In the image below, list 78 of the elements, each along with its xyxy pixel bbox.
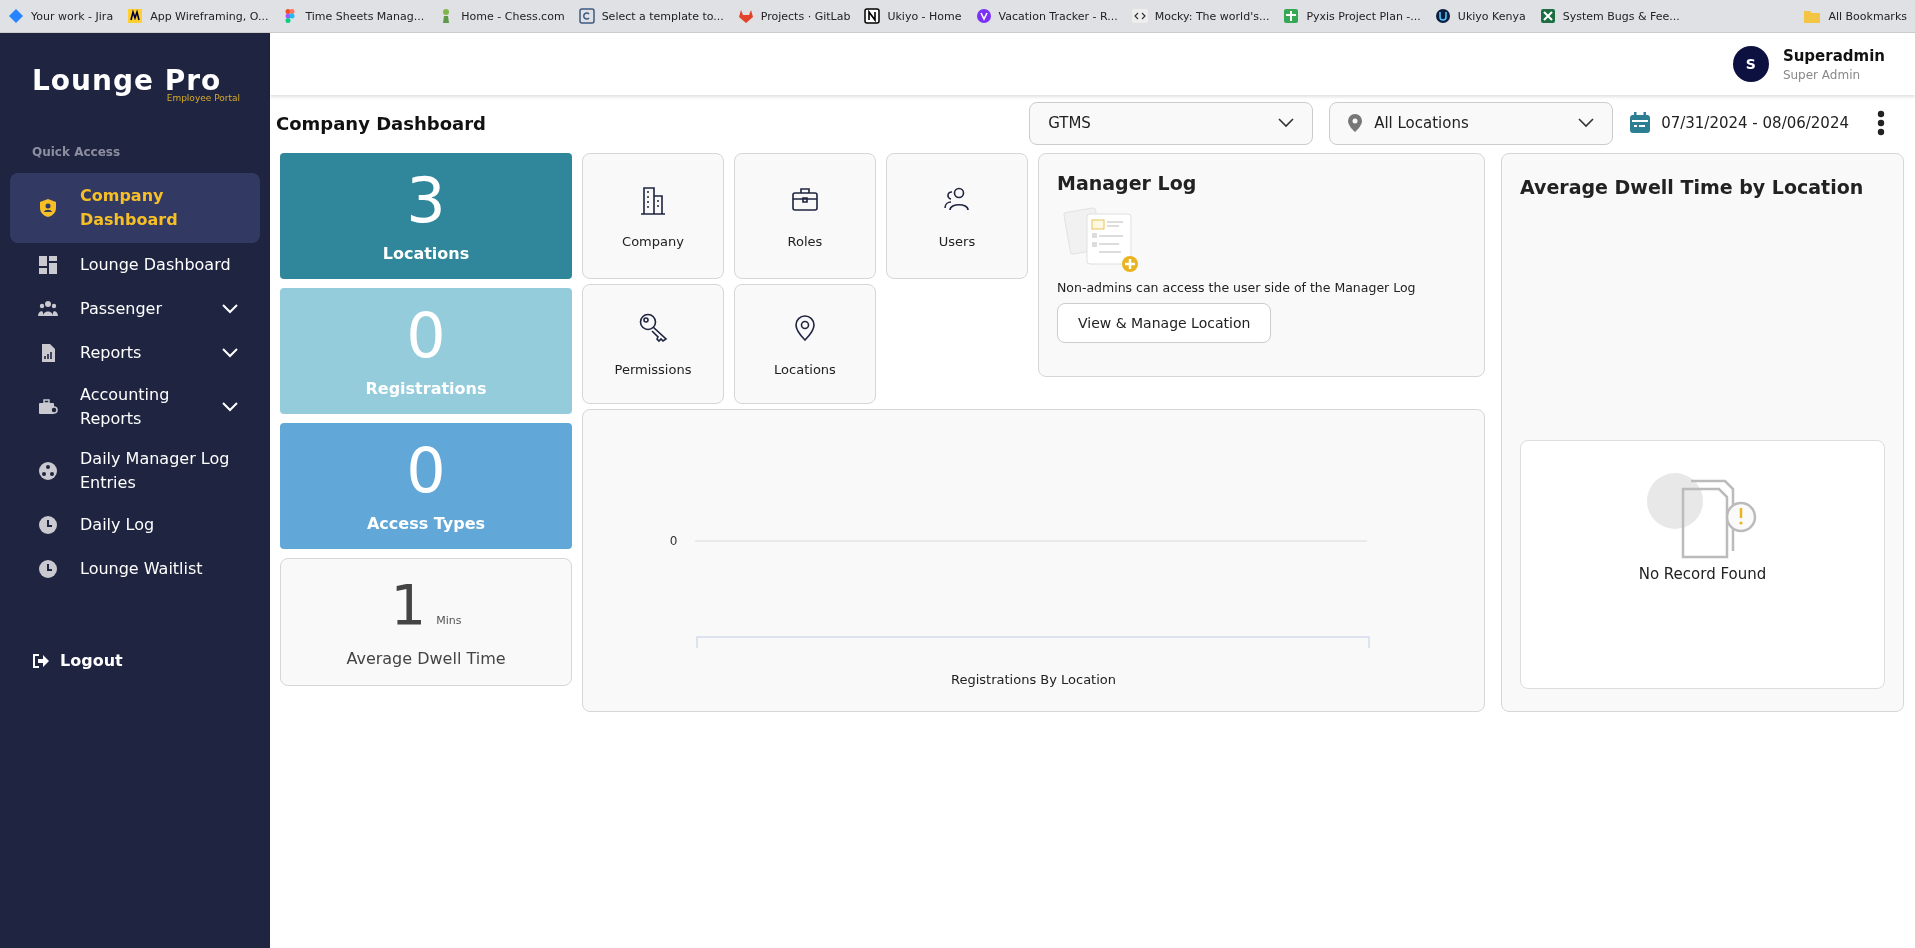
axis-tick-label: 0 bbox=[669, 534, 678, 548]
card-title: Manager Log bbox=[1057, 172, 1197, 194]
stat-label: Registrations bbox=[365, 378, 487, 398]
shortcut-tile[interactable]: Locations bbox=[734, 284, 876, 404]
briefcase-icon bbox=[38, 397, 58, 417]
logout-link[interactable]: Logout bbox=[32, 651, 123, 670]
company-dropdown[interactable]: GTMS bbox=[1029, 101, 1314, 145]
location-dropdown[interactable]: All Locations bbox=[1329, 101, 1614, 145]
kebab-icon bbox=[1877, 110, 1885, 136]
circle-icon bbox=[1434, 8, 1451, 24]
card-title: Average Dwell Time by Location bbox=[1520, 176, 1865, 198]
chevron-down-icon bbox=[1578, 118, 1595, 128]
sidebar-item[interactable]: Accounting Reports bbox=[10, 375, 260, 439]
grid-icon bbox=[38, 255, 58, 275]
bookmark-link[interactable]: App Wireframing, O... bbox=[127, 8, 269, 24]
sidebar-item[interactable]: Daily Manager Log Entries bbox=[10, 439, 260, 503]
bookmark-link[interactable]: Home - Chess.com bbox=[438, 8, 565, 24]
axis-title: Registrations By Location bbox=[951, 672, 1116, 687]
bookmark-link[interactable]: System Bugs & Fee... bbox=[1539, 8, 1680, 24]
key-icon bbox=[638, 311, 668, 344]
stat-value: 1 bbox=[390, 576, 427, 633]
bookmark-link[interactable]: Pyxis Project Plan -... bbox=[1283, 8, 1421, 24]
circle-icon bbox=[975, 8, 992, 24]
fox-icon bbox=[737, 8, 754, 24]
stat-value: 0 bbox=[406, 439, 446, 502]
square-icon bbox=[864, 8, 881, 24]
location-pin-icon bbox=[1348, 114, 1363, 132]
user-name: Superadmin bbox=[1782, 46, 1885, 65]
shield-icon bbox=[38, 198, 58, 218]
bookmark-link[interactable]: Mocky: The world's... bbox=[1131, 8, 1270, 24]
bookmark-link[interactable]: Time Sheets Manag... bbox=[282, 8, 425, 24]
shortcut-tile[interactable]: Roles bbox=[734, 153, 876, 279]
diamond-icon bbox=[8, 8, 24, 24]
people-icon bbox=[38, 299, 58, 319]
all-bookmarks-link[interactable]: All Bookmarks bbox=[1803, 8, 1907, 24]
circle-dots-icon bbox=[38, 461, 58, 481]
shortcut-tile[interactable]: Permissions bbox=[582, 284, 724, 404]
clock-icon bbox=[38, 559, 58, 579]
sidebar-item[interactable]: Lounge Dashboard bbox=[10, 243, 260, 287]
clock-icon bbox=[38, 515, 58, 535]
description-text: Non-admins can access the user side of the Manager Log bbox=[1057, 280, 1416, 295]
user-role: Super Admin bbox=[1782, 67, 1862, 82]
sheet-icon bbox=[1283, 8, 1300, 24]
sidebar-item[interactable]: Reports bbox=[10, 331, 260, 375]
chevron-down-icon bbox=[1278, 118, 1295, 128]
bookmark-link[interactable]: Your work - Jira bbox=[8, 8, 114, 24]
stat-value: 0 bbox=[406, 304, 446, 367]
view-manage-location-button[interactable]: View & Manage Location bbox=[1057, 303, 1272, 343]
bookmark-link[interactable]: Ukiyo - Home bbox=[864, 8, 962, 24]
calendar-icon bbox=[1629, 112, 1652, 134]
sheet-icon bbox=[1539, 8, 1556, 24]
page-title: Company Dashboard bbox=[276, 112, 487, 134]
bookmark-link[interactable]: Ukiyo Kenya bbox=[1434, 8, 1526, 24]
sidebar-item[interactable]: Company Dashboard bbox=[10, 173, 260, 243]
shortcut-tile[interactable]: Company bbox=[582, 153, 724, 279]
stat-label: Access Types bbox=[366, 513, 486, 533]
letter-icon bbox=[578, 8, 595, 24]
logo-subtitle: Employee Portal bbox=[166, 93, 240, 103]
date-range-picker[interactable]: 07/31/2024 - 08/06/2024 bbox=[1629, 112, 1849, 134]
shortcut-tile[interactable]: Users bbox=[886, 153, 1028, 279]
sidebar-item[interactable]: Passenger bbox=[10, 287, 260, 331]
bookmark-link[interactable]: Vacation Tracker - R... bbox=[975, 8, 1118, 24]
empty-message: No Record Found bbox=[1638, 565, 1767, 583]
logout-icon bbox=[32, 652, 50, 669]
bookmark-link[interactable]: Select a template to... bbox=[578, 8, 724, 24]
logo-text: Lounge Pro bbox=[32, 67, 222, 95]
section-label: Quick Access bbox=[32, 145, 122, 159]
avatar: S bbox=[1732, 46, 1769, 82]
stat-value: 3 bbox=[406, 169, 446, 232]
stat-label: Average Dwell Time bbox=[346, 648, 506, 668]
stat-label: Locations bbox=[382, 243, 470, 263]
code-icon bbox=[1131, 8, 1148, 24]
sidebar-item[interactable]: Daily Log bbox=[10, 503, 260, 547]
sidebar-item[interactable]: Lounge Waitlist bbox=[10, 547, 260, 591]
folder-icon bbox=[1803, 8, 1822, 24]
bookmark-link[interactable]: Projects · GitLab bbox=[737, 8, 851, 24]
stat-unit: Mins bbox=[436, 613, 462, 627]
square-icon bbox=[127, 8, 144, 24]
